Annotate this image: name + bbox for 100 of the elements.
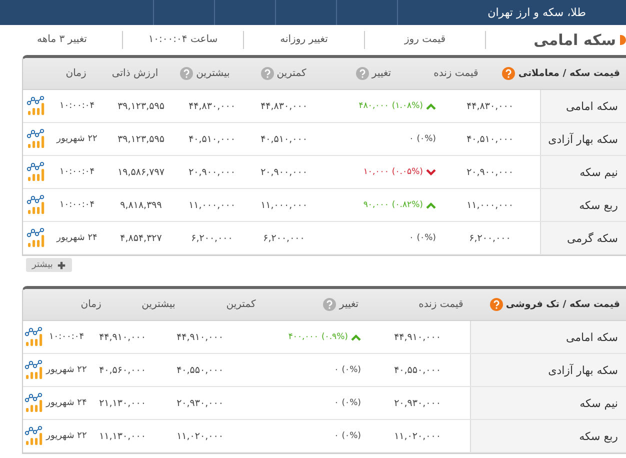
change-percent: (۰%)	[416, 233, 436, 243]
table-cell-text: ۴۴,۸۳۰,۰۰۰	[260, 100, 308, 114]
live-price: ۲۰,۹۳۰,۰۰۰	[393, 396, 442, 410]
column-header: بیشترین	[142, 299, 176, 310]
column-header: زمان	[66, 68, 86, 79]
coin-name: ربع سکه	[470, 420, 626, 452]
bullet-icon	[620, 35, 626, 45]
update-time: ۲۴ شهریور	[55, 232, 98, 245]
table-cell-text: ۴۰,۵۱۰,۰۰۰	[188, 132, 236, 146]
table-cell-text: ۴۴,۹۱۰,۰۰۰	[98, 330, 147, 344]
chart-icon[interactable]	[26, 96, 46, 116]
update-time: ۲۲ شهریور	[48, 364, 85, 377]
coin-name: سکه بهار آزادی	[470, 354, 626, 386]
table-title: قیمت سکه / تک فروشی	[506, 299, 620, 310]
change-percent: (۰%)	[342, 431, 361, 441]
coin-title: سکه امامی	[534, 31, 616, 49]
table-cell-text: ۱۱,۰۲۰,۰۰۰	[176, 430, 224, 444]
change-amount: ۰	[334, 431, 339, 441]
column-header: کمترین	[226, 299, 256, 310]
help-icon[interactable]	[502, 67, 516, 80]
table-cell-text: ۹,۸۱۸,۳۹۹	[119, 198, 163, 212]
change-percent: (۰%)	[342, 398, 361, 408]
table-cell-text: ۴۴,۸۳۰,۰۰۰	[188, 100, 236, 114]
coin-name: سکه امامی	[470, 321, 626, 353]
table-cell-text: ۱۱,۱۳۰,۰۰۰	[98, 430, 147, 444]
table-cell-text: ۶,۲۰۰,۰۰۰	[190, 232, 234, 246]
help-icon[interactable]	[490, 298, 503, 311]
change-amount: ۰	[334, 365, 339, 375]
change-percent: (۰%)	[342, 365, 361, 375]
table-cell-text: ۴۴,۹۱۰,۰۰۰	[176, 330, 224, 344]
table-cell-text: ۱۱,۰۰۰,۰۰۰	[188, 198, 236, 212]
column-header: تغییر	[372, 68, 392, 79]
table-cell-text: ۳۹,۱۲۳,۵۹۵	[116, 132, 166, 146]
chart-icon[interactable]	[24, 393, 44, 413]
table-cell-text: ۴۰,۵۵۰,۰۰۰	[176, 364, 224, 378]
column-header: زمان	[80, 299, 102, 310]
update-time: ۲۲ شهریور	[48, 430, 85, 443]
chart-icon[interactable]	[24, 327, 44, 347]
live-price: ۶,۲۰۰,۰۰۰	[468, 232, 512, 246]
change-amount: ۴۸۰,۰۰۰	[358, 101, 389, 111]
chart-icon[interactable]	[26, 228, 46, 248]
table-cell-text: ۲۰,۹۰۰,۰۰۰	[260, 166, 308, 180]
chart-icon[interactable]	[24, 360, 44, 380]
update-time: ۲۴ شهریور	[48, 397, 85, 410]
change-amount: ۴۰۰,۰۰۰	[288, 332, 318, 342]
nav-title[interactable]: طلا، سکه و ارز تهران	[458, 6, 586, 19]
stat-label: تغییر ۳ ماهه	[2, 31, 123, 49]
update-time: ۲۲ شهریور	[55, 133, 98, 146]
column-header: بیشترین	[196, 68, 230, 79]
update-time: ۱۰:۰۰:۰۴	[58, 166, 96, 179]
column-header: قیمت زنده	[434, 68, 478, 79]
update-time: ۱۰:۰۰:۰۴	[58, 199, 96, 212]
update-time: ۱۰:۰۰:۰۴	[48, 331, 85, 344]
change-amount: ۰	[334, 398, 339, 408]
stat-label: تغییر روزانه	[244, 31, 365, 49]
change-amount: ۰	[409, 233, 414, 243]
coin-name: نیم سکه	[540, 156, 626, 188]
change-amount: ۰	[409, 134, 414, 144]
table-cell-text: ۱۱,۰۰۰,۰۰۰	[260, 198, 308, 212]
stat-label: قیمت روز	[365, 31, 486, 49]
change-percent: (۰.۰۵%)	[392, 167, 423, 177]
table-cell-text: ۲۰,۹۳۰,۰۰۰	[176, 396, 224, 410]
live-price: ۱۱,۰۰۰,۰۰۰	[466, 198, 514, 212]
change-percent: (۰.۹%)	[321, 332, 348, 342]
change-percent: (۰.۸۲%)	[392, 200, 423, 210]
live-price: ۴۰,۵۵۰,۰۰۰	[393, 364, 442, 378]
coin-name: سکه گرمی	[540, 222, 626, 254]
more-button[interactable]: بیشتر	[26, 258, 72, 272]
table-cell-text: ۴۰,۵۱۰,۰۰۰	[260, 132, 308, 146]
live-price: ۱۱,۰۲۰,۰۰۰	[393, 430, 442, 444]
chart-icon[interactable]	[24, 426, 44, 446]
table-cell-text: ۴۰,۵۶۰,۰۰۰	[98, 364, 147, 378]
change-amount: ۹۰,۰۰۰	[363, 200, 389, 210]
coin-name: ربع سکه	[540, 189, 626, 221]
chart-icon[interactable]	[26, 129, 46, 149]
table-cell-text: ۶,۲۰۰,۰۰۰	[262, 232, 306, 246]
chart-icon[interactable]	[26, 162, 46, 182]
table-cell-text: ۲۰,۹۰۰,۰۰۰	[188, 166, 236, 180]
change-percent: (۱.۰۸%)	[392, 101, 423, 111]
live-price: ۲۰,۹۰۰,۰۰۰	[466, 166, 514, 180]
column-header: قیمت زنده	[418, 299, 464, 310]
change-amount: ۱۰,۰۰۰	[363, 167, 389, 177]
live-price: ۴۴,۹۱۰,۰۰۰	[393, 330, 442, 344]
change-percent: (۰%)	[416, 134, 436, 144]
table-cell-text: ۱۹,۵۸۶,۷۹۷	[116, 166, 166, 180]
live-price: ۴۰,۵۱۰,۰۰۰	[466, 132, 514, 146]
stat-label: ساعت ۱۰:۰۰:۰۴	[123, 31, 244, 49]
column-header: کمترین	[276, 68, 306, 79]
table-title: قیمت سکه / معاملاتی	[518, 68, 620, 79]
table-cell-text: ۲۱,۱۳۰,۰۰۰	[98, 396, 147, 410]
column-header: تغییر	[339, 299, 359, 310]
coin-name: سکه امامی	[540, 90, 626, 122]
update-time: ۱۰:۰۰:۰۴	[58, 100, 96, 113]
column-header: ارزش ذاتی	[112, 68, 158, 79]
chart-icon[interactable]	[26, 195, 46, 215]
coin-name: نیم سکه	[470, 387, 626, 419]
table-cell-text: ۳۹,۱۲۳,۵۹۵	[116, 100, 166, 114]
coin-name: سکه بهار آزادی	[540, 123, 626, 155]
table-cell-text: ۴,۸۵۴,۳۲۷	[119, 232, 163, 246]
plus-icon	[56, 260, 66, 270]
